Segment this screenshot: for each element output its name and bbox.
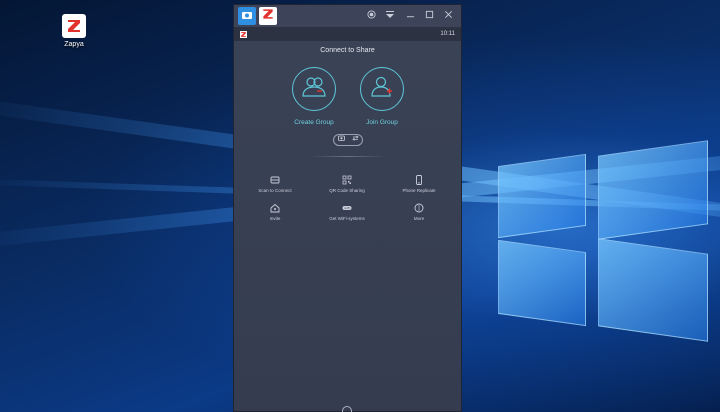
wallpaper-pane [598,140,708,240]
transfer-icon [351,135,359,145]
dropdown-icon [385,10,395,22]
option-phone-replicate[interactable]: Phone Replicate [384,175,454,193]
option-qr-code-sharing[interactable]: QR Code Sharing [312,175,382,193]
connection-mode-toggle[interactable] [333,134,363,146]
wallpaper-pane [598,238,708,342]
home-nav-button[interactable] [342,406,352,412]
option-get-wifi[interactable]: wifi Get WiFi-systems [312,203,382,221]
emulator-window: 10:11 Connect to Share Create Group Join… [233,4,462,412]
android-status-bar: 10:11 [234,27,461,41]
scan-icon [270,175,280,185]
section-divider [310,156,386,157]
dropdown-button[interactable] [383,9,397,23]
join-group-icon [368,74,396,105]
record-icon [366,10,376,22]
page-title: Connect to Share [320,47,375,54]
invite-icon [270,203,280,213]
option-invite[interactable]: Invite [240,203,310,221]
camera-icon [337,135,345,145]
minimize-button[interactable] [403,9,417,23]
join-group-button[interactable] [360,67,404,111]
option-label: Scan to Connect [258,188,292,193]
zapya-icon [261,7,275,26]
option-label: QR Code Sharing [329,188,365,193]
qr-code-icon [342,175,352,185]
join-group-label: Join Group [366,119,398,126]
option-label: More [413,216,425,221]
wallpaper-pane [498,239,586,327]
maximize-button[interactable] [422,9,436,23]
maximize-icon [425,10,434,22]
phone-icon [414,175,424,185]
option-scan-to-connect[interactable]: Scan to Connect [240,175,310,193]
zapya-connect-screen: Connect to Share Create Group Join Group… [234,41,461,412]
option-more[interactable]: More [384,203,454,221]
home-icon [241,7,253,25]
svg-text:wifi: wifi [344,206,349,210]
close-button[interactable] [441,9,455,23]
zapya-tab[interactable] [259,7,277,25]
create-group-icon [300,74,328,105]
create-group-button[interactable] [292,67,336,111]
option-label: Phone Replicate [402,188,436,193]
minimize-icon [406,10,415,22]
wifi-icon: wifi [342,203,352,213]
wallpaper-pane [498,153,586,239]
zapya-icon [62,14,86,38]
close-icon [444,10,453,22]
emulator-titlebar [234,5,461,27]
option-label: Get WiFi-systems [329,216,365,221]
home-tab[interactable] [238,7,256,25]
status-time: 10:11 [440,31,455,37]
more-icon [414,203,424,213]
record-button[interactable] [364,9,378,23]
create-group-label: Create Group [294,119,334,126]
desktop-icon-label: Zapya [64,41,84,48]
option-label: Invite [269,216,281,221]
desktop-icon-zapya[interactable]: Zapya [56,14,92,48]
